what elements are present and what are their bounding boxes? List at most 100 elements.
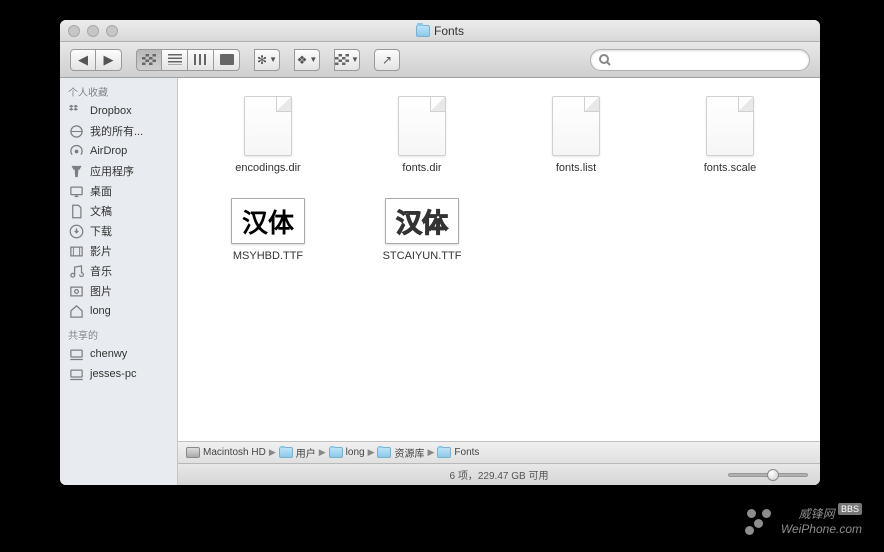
file-grid: encodings.dir fonts.dir fonts.list fonts.sc… (196, 96, 802, 262)
sidebar-item-documents[interactable]: 文稿 (60, 201, 177, 221)
arrange-icon (335, 54, 349, 65)
dropbox-group: ❖▼ (294, 49, 320, 71)
dropbox-icon: ❖ (297, 53, 308, 67)
sidebar-item-music[interactable]: 音乐 (60, 261, 177, 281)
window-title: Fonts (416, 24, 464, 38)
close-button[interactable] (68, 25, 80, 37)
file-item[interactable]: fonts.dir (350, 96, 494, 174)
arrange-group: ▼ (334, 49, 360, 71)
sidebar-item-label: jesses-pc (90, 368, 136, 380)
coverflow-view-button[interactable] (214, 49, 240, 71)
forward-button[interactable]: ▶ (96, 49, 122, 71)
document-icon (552, 96, 600, 156)
folder-icon (416, 25, 430, 37)
font-icon: 汉体 (231, 198, 305, 244)
minimize-button[interactable] (87, 25, 99, 37)
applications-icon (68, 163, 84, 179)
path-bar: Macintosh HD▶用户▶long▶资源库▶Fonts (178, 441, 820, 463)
path-item[interactable]: Macintosh HD (186, 447, 266, 458)
sidebar-section-favorites: 个人收藏 (60, 78, 177, 101)
watermark-text2: WeiPhone.com (781, 522, 862, 536)
main-area: encodings.dir fonts.dir fonts.list fonts.sc… (178, 78, 820, 485)
icon-size-slider[interactable] (728, 473, 808, 477)
zoom-button[interactable] (106, 25, 118, 37)
titlebar[interactable]: Fonts (60, 20, 820, 42)
path-separator-icon: ▶ (319, 447, 326, 458)
document-icon (398, 96, 446, 156)
file-label: encodings.dir (235, 162, 300, 174)
file-item[interactable]: 汉体STCAIYUN.TTF (350, 198, 494, 262)
column-view-button[interactable] (188, 49, 214, 71)
chevron-down-icon: ▼ (351, 55, 359, 64)
dropbox-button[interactable]: ❖▼ (294, 49, 320, 71)
sidebar-item-applications[interactable]: 应用程序 (60, 161, 177, 181)
sidebar-item-airdrop[interactable]: AirDrop (60, 141, 177, 161)
pictures-icon (68, 283, 84, 299)
file-item[interactable]: fonts.scale (658, 96, 802, 174)
path-label: Macintosh HD (203, 447, 266, 458)
back-button[interactable]: ◀ (70, 49, 96, 71)
file-item[interactable]: 汉体MSYHBD.TTF (196, 198, 340, 262)
folder-icon (279, 447, 293, 458)
action-button[interactable]: ✻▼ (254, 49, 280, 71)
slider-thumb[interactable] (767, 469, 779, 481)
path-item[interactable]: 用户 (279, 445, 316, 460)
watermark-text1: 威锋网 (799, 507, 835, 521)
watermark-logo (745, 507, 773, 535)
sidebar-item-all-files[interactable]: 我的所有... (60, 121, 177, 141)
arrange-button[interactable]: ▼ (334, 49, 360, 71)
sidebar-item-desktop[interactable]: 桌面 (60, 181, 177, 201)
sidebar-item-home[interactable]: long (60, 301, 177, 321)
search-field[interactable] (590, 49, 810, 71)
gear-icon: ✻ (257, 53, 267, 67)
sidebar-item-dropbox[interactable]: Dropbox (60, 101, 177, 121)
folder-icon (377, 447, 391, 458)
icon-view-button[interactable] (136, 49, 162, 71)
toolbar: ◀ ▶ ✻▼ ❖▼ ▼ ↗ (60, 42, 820, 78)
share-button[interactable]: ↗ (374, 49, 400, 71)
content-area[interactable]: encodings.dir fonts.dir fonts.list fonts.sc… (178, 78, 820, 441)
path-item[interactable]: long (329, 447, 365, 458)
share-icon: ↗ (382, 53, 392, 67)
chevron-down-icon: ▼ (269, 55, 277, 64)
search-input[interactable] (616, 54, 796, 66)
search-icon (599, 54, 611, 66)
sidebar-item-downloads[interactable]: 下载 (60, 221, 177, 241)
window-body: 个人收藏 Dropbox 我的所有... AirDrop应用程序桌面文稿下载影片音乐… (60, 78, 820, 485)
folder-icon (329, 447, 343, 458)
column-icon (194, 54, 208, 65)
music-icon (68, 263, 84, 279)
dropbox-icon (68, 103, 84, 119)
cover-icon (220, 54, 234, 65)
file-item[interactable]: encodings.dir (196, 96, 340, 174)
document-icon (244, 96, 292, 156)
traffic-lights (68, 25, 118, 37)
sidebar-item-computer[interactable]: jesses-pc (60, 364, 177, 384)
list-view-button[interactable] (162, 49, 188, 71)
sidebar-item-label: 我的所有... (90, 123, 143, 139)
file-label: fonts.scale (704, 162, 757, 174)
path-item[interactable]: 资源库 (377, 445, 424, 460)
sidebar-item-label: 音乐 (90, 263, 112, 279)
sidebar-item-label: 文稿 (90, 203, 112, 219)
file-item[interactable]: fonts.list (504, 96, 648, 174)
sidebar-item-label: long (90, 305, 111, 317)
path-item[interactable]: Fonts (437, 447, 479, 458)
sidebar-item-computer[interactable]: chenwy (60, 344, 177, 364)
path-label: Fonts (454, 447, 479, 458)
document-icon (706, 96, 754, 156)
file-label: fonts.dir (402, 162, 441, 174)
sidebar-item-label: 下载 (90, 223, 112, 239)
slider-track (728, 473, 808, 477)
path-label: 用户 (296, 445, 316, 460)
back-icon: ◀ (78, 52, 88, 68)
home-icon (68, 303, 84, 319)
movies-icon (68, 243, 84, 259)
sidebar-item-label: 图片 (90, 283, 112, 299)
path-separator-icon: ▶ (427, 447, 434, 458)
sidebar-item-movies[interactable]: 影片 (60, 241, 177, 261)
path-label: 资源库 (394, 445, 424, 460)
title-text: Fonts (434, 24, 464, 38)
sidebar-item-pictures[interactable]: 图片 (60, 281, 177, 301)
view-buttons (136, 49, 240, 71)
